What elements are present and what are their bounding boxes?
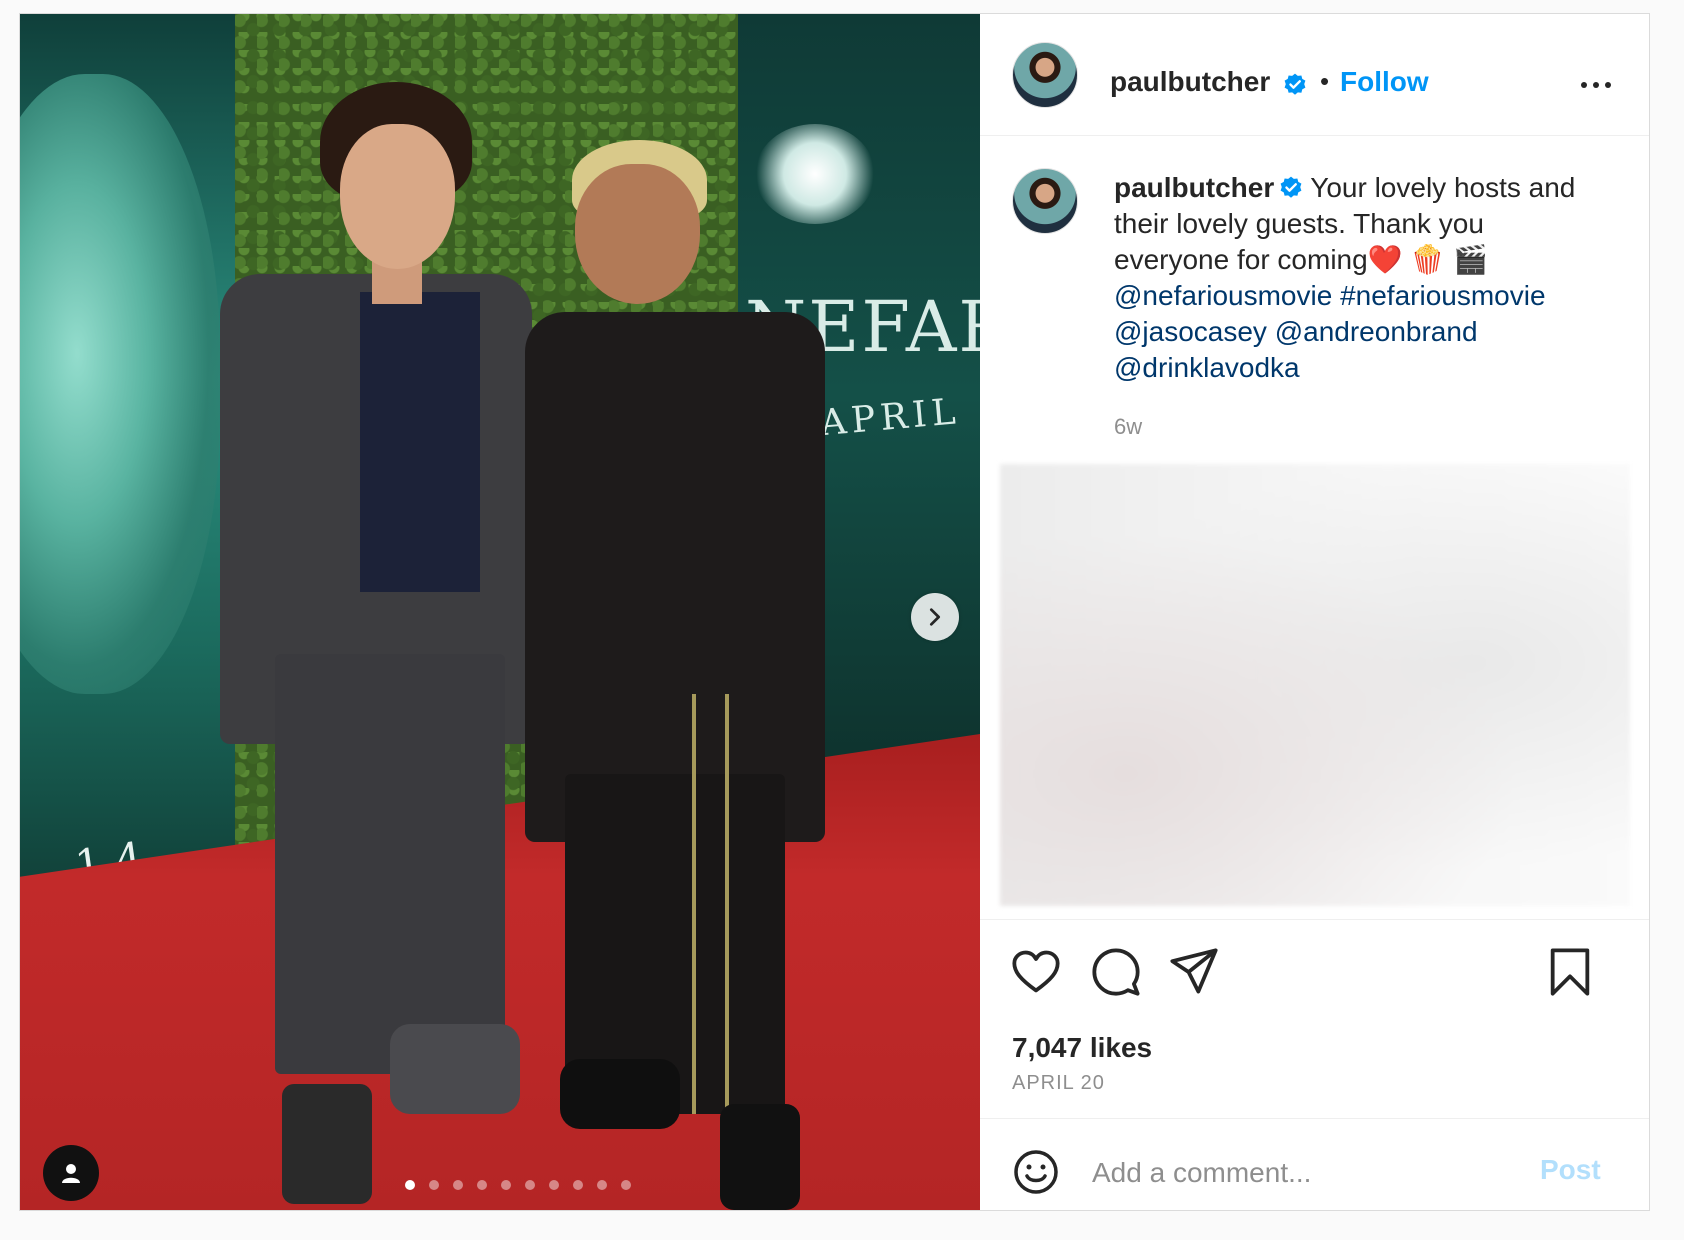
carousel-dot <box>453 1180 463 1190</box>
post-comment-button[interactable]: Post <box>1540 1154 1601 1186</box>
carousel-dot <box>597 1180 607 1190</box>
caption-time-ago[interactable]: 6w <box>1114 414 1142 440</box>
person-right-shoe <box>560 1059 680 1129</box>
post-date[interactable]: APRIL 20 <box>1012 1072 1105 1095</box>
carousel-dot <box>525 1180 535 1190</box>
carousel-dot <box>477 1180 487 1190</box>
caption-avatar[interactable] <box>1012 168 1078 234</box>
bookmark-icon[interactable] <box>1544 946 1596 998</box>
post-caption: paulbutcher Your lovely hosts and their l… <box>1114 170 1584 386</box>
pants-stripe <box>725 694 729 1114</box>
post-side-panel: paulbutcher • Follow paulbutcher Your lov… <box>980 14 1649 1210</box>
carousel-dot <box>501 1180 511 1190</box>
caption-hashtag[interactable]: #nefariousmovie <box>1340 280 1545 311</box>
verified-badge-icon <box>1284 73 1306 95</box>
person-left-shoe <box>390 1024 520 1114</box>
carousel-dot <box>405 1180 415 1190</box>
action-bar-divider <box>980 919 1649 921</box>
person-left-shoe <box>282 1084 372 1204</box>
person-right-shoe <box>720 1104 800 1210</box>
header-username[interactable]: paulbutcher <box>1110 66 1270 98</box>
person-left-shirt <box>360 292 480 592</box>
user-tag-icon <box>62 1164 80 1183</box>
tagged-users-button[interactable] <box>43 1145 99 1201</box>
carousel-next-button[interactable] <box>911 593 959 641</box>
caption-mention[interactable]: @drinklavodka <box>1114 352 1300 383</box>
person-left-pants <box>275 654 505 1074</box>
comment-input[interactable] <box>1090 1148 1534 1198</box>
pants-stripe <box>692 694 696 1114</box>
person-left-face <box>340 124 455 269</box>
avatar[interactable] <box>1012 42 1078 108</box>
share-icon[interactable] <box>1168 946 1220 998</box>
carousel-dot <box>549 1180 559 1190</box>
comment-icon[interactable] <box>1090 946 1142 998</box>
carousel-indicator <box>405 1180 631 1190</box>
follow-button[interactable]: Follow <box>1340 66 1429 98</box>
heart-icon[interactable] <box>1010 946 1062 998</box>
more-options-button[interactable] <box>1576 70 1616 100</box>
more-options-icon <box>1605 82 1611 88</box>
person-right-face <box>575 164 700 304</box>
more-options-icon <box>1581 82 1587 88</box>
post-photo: NEFARIO APRIL 14 14 <box>20 14 980 1210</box>
more-options-icon <box>1593 82 1599 88</box>
poster-face <box>20 74 220 694</box>
like-count[interactable]: 7,047 likes <box>1012 1032 1152 1064</box>
person-right-jacket <box>525 312 825 842</box>
post-media[interactable]: NEFARIO APRIL 14 14 <box>20 14 980 1210</box>
poster-light <box>755 124 875 224</box>
chevron-right-icon <box>929 608 941 626</box>
caption-mention[interactable]: @jasocasey <box>1114 316 1267 347</box>
carousel-dot <box>573 1180 583 1190</box>
emoji-icon[interactable] <box>1012 1148 1060 1196</box>
carousel-dot <box>429 1180 439 1190</box>
loading-comments-placeholder <box>1000 464 1630 906</box>
caption-username[interactable]: paulbutcher <box>1114 172 1274 203</box>
caption-mention[interactable]: @nefariousmovie <box>1114 280 1332 311</box>
carousel-dot <box>621 1180 631 1190</box>
verified-badge-icon <box>1280 176 1302 198</box>
post-header: paulbutcher • Follow <box>980 14 1649 136</box>
caption-mention[interactable]: @andreonbrand <box>1275 316 1478 347</box>
separator-dot: • <box>1320 66 1330 96</box>
post-card: NEFARIO APRIL 14 14 <box>19 13 1650 1211</box>
